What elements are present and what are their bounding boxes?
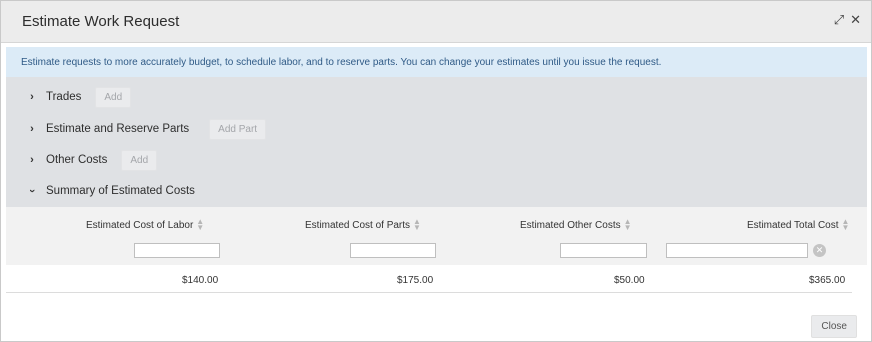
clear-filter-icon[interactable]: ✕ xyxy=(813,244,826,257)
other-filter-input[interactable] xyxy=(560,243,647,258)
sort-icon[interactable]: ▲ ▼ xyxy=(413,218,421,232)
section-trades[interactable]: › Trades Add xyxy=(6,82,867,112)
dialog-body: Estimate requests to more accurately bud… xyxy=(6,47,867,207)
section-label: Other Costs xyxy=(46,154,108,166)
chevron-right-icon[interactable]: › xyxy=(26,154,38,166)
expand-icon[interactable]: ⤢ xyxy=(834,13,844,27)
sort-icon[interactable]: ▲ ▼ xyxy=(842,218,850,232)
section-summary[interactable]: › Summary of Estimated Costs xyxy=(6,176,867,206)
chevron-down-icon[interactable]: › xyxy=(26,185,38,197)
section-label: Summary of Estimated Costs xyxy=(46,185,195,197)
chevron-right-icon[interactable]: › xyxy=(26,123,38,135)
table-header: Estimated Cost of Labor ▲ ▼ Estimated Cos… xyxy=(6,207,867,265)
close-button[interactable]: Close xyxy=(811,315,857,338)
column-header[interactable]: Estimated Total Cost ▲ ▼ xyxy=(747,218,850,232)
dialog-header: Estimate Work Request ⤢ ✕ xyxy=(1,1,871,43)
add-other-cost-button[interactable]: Add xyxy=(121,149,158,171)
table-row: $140.00 $175.00 $50.00 $365.00 xyxy=(6,265,852,293)
section-label: Trades xyxy=(46,91,82,103)
summary-table: Estimated Cost of Labor ▲ ▼ Estimated Cos… xyxy=(6,207,867,294)
labor-filter-input[interactable] xyxy=(134,243,220,258)
column-header[interactable]: Estimated Cost of Labor ▲ ▼ xyxy=(86,218,204,232)
info-banner: Estimate requests to more accurately bud… xyxy=(6,47,867,77)
sort-icon[interactable]: ▲ ▼ xyxy=(624,218,632,232)
dialog-title: Estimate Work Request xyxy=(22,13,180,30)
sort-icon[interactable]: ▲ ▼ xyxy=(196,218,204,232)
close-icon[interactable]: ✕ xyxy=(850,13,861,27)
section-other-costs[interactable]: › Other Costs Add xyxy=(6,145,867,175)
total-filter-input[interactable] xyxy=(666,243,808,258)
column-header[interactable]: Estimated Cost of Parts ▲ ▼ xyxy=(305,218,421,232)
parts-filter-input[interactable] xyxy=(350,243,436,258)
section-parts[interactable]: › Estimate and Reserve Parts Add Part xyxy=(6,114,867,144)
chevron-right-icon[interactable]: › xyxy=(26,91,38,103)
add-part-button[interactable]: Add Part xyxy=(209,118,267,140)
section-label: Estimate and Reserve Parts xyxy=(46,123,190,135)
column-header[interactable]: Estimated Other Costs ▲ ▼ xyxy=(520,218,632,232)
add-trade-button[interactable]: Add xyxy=(95,86,132,108)
estimate-dialog: Estimate Work Request ⤢ ✕ Estimate reque… xyxy=(0,0,872,342)
